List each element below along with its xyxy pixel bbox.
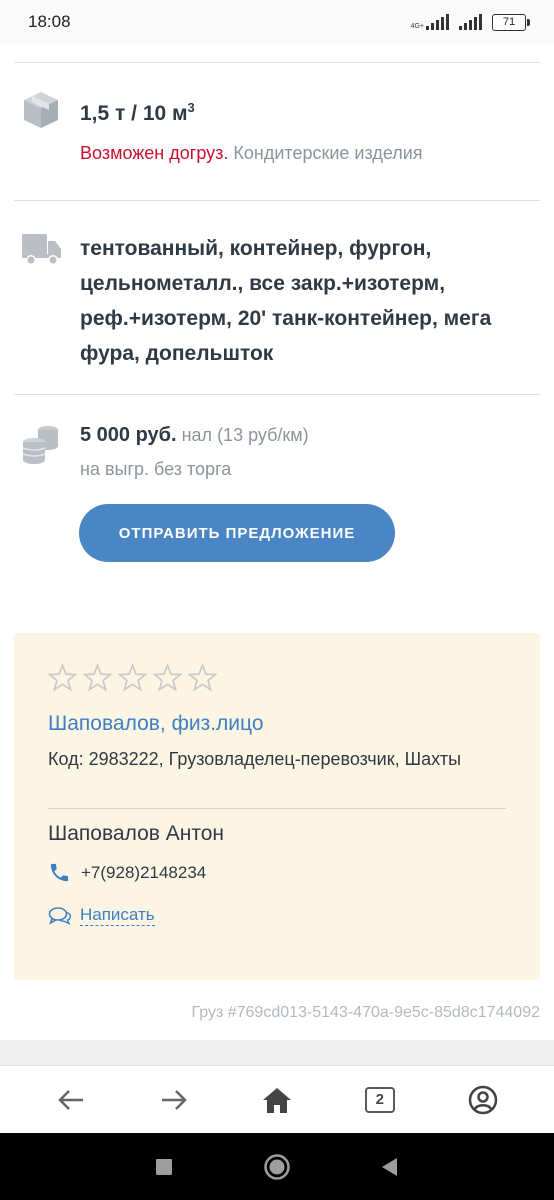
divider: [14, 62, 540, 63]
home-button[interactable]: [247, 1070, 307, 1130]
system-nav-bar: [0, 1133, 554, 1200]
star-icon[interactable]: [188, 664, 217, 692]
truck-icon: [22, 232, 62, 271]
star-icon[interactable]: [118, 664, 147, 692]
payment-terms: на выгр. без торга: [80, 459, 232, 479]
box-icon: [22, 90, 60, 135]
signal-icon: [426, 14, 449, 30]
star-icon[interactable]: [83, 664, 112, 692]
star-icon[interactable]: [48, 664, 77, 692]
owner-name-link[interactable]: Шаповалов, физ.лицо: [48, 712, 264, 736]
recents-icon[interactable]: [155, 1158, 173, 1176]
card-divider: [48, 808, 506, 809]
back-triangle-icon[interactable]: [381, 1157, 399, 1177]
divider: [14, 394, 540, 395]
battery-icon: 71: [492, 13, 530, 31]
status-time: 18:08: [28, 12, 71, 31]
write-link[interactable]: Написать: [80, 905, 155, 926]
divider: [14, 200, 540, 201]
browser-nav-bar: 2: [0, 1065, 554, 1133]
owner-code-line: Код: 2983222, Грузовладелец-перевозчик, …: [48, 749, 462, 769]
send-offer-button[interactable]: ОТПРАВИТЬ ПРЕДЛОЖЕНИЕ: [79, 504, 395, 562]
forward-button[interactable]: [144, 1070, 204, 1130]
contact-name: Шаповалов Антон: [48, 822, 224, 845]
back-button[interactable]: [41, 1070, 101, 1130]
phone-row[interactable]: +7(928)2148234: [48, 861, 206, 884]
status-bar: 18:08 4G+ 71: [0, 0, 554, 44]
signal-icon-2: [459, 14, 482, 30]
phone-icon: [50, 863, 69, 882]
arrow-left-icon: [58, 1089, 84, 1110]
cargo-id: Груз #769cd013-5143-470a-9e5c-85d8c17440…: [191, 1004, 540, 1021]
arrow-right-icon: [162, 1089, 187, 1110]
truck-types: тентованный, контейнер, фургон, цельноме…: [80, 237, 492, 365]
coins-icon: [22, 422, 60, 469]
price-line: 5 000 руб. нал (13 руб/км): [80, 424, 309, 447]
weight-volume: 1,5 т / 10 м3: [80, 100, 195, 126]
owner-card: Шаповалов, физ.лицо Код: 2983222, Грузов…: [14, 633, 540, 980]
payment-method: нал (13 руб/км): [181, 425, 309, 445]
home-icon: [262, 1087, 291, 1113]
rating-stars[interactable]: [48, 664, 217, 692]
star-icon[interactable]: [153, 664, 182, 692]
tabs-button[interactable]: 2: [350, 1070, 410, 1130]
price: 5 000 руб.: [80, 424, 177, 446]
cargo-type: Кондитерские изделия: [233, 143, 423, 163]
home-circle-icon[interactable]: [263, 1153, 291, 1181]
cargo-line: Возможен догруз. Кондитерские изделия: [80, 143, 423, 164]
page-bottom-strip: [0, 1040, 554, 1065]
volume-exponent: 3: [187, 100, 195, 115]
chat-icon: [48, 906, 72, 925]
status-indicators: 4G+ 71: [410, 13, 530, 31]
weight-volume-text: 1,5 т / 10 м: [80, 102, 188, 125]
extra-load-note: Возможен догруз.: [80, 143, 229, 163]
tab-count: 2: [364, 1086, 395, 1113]
phone-number[interactable]: +7(928)2148234: [81, 863, 206, 883]
write-row[interactable]: Написать: [48, 905, 155, 926]
network-type-label: 4G+: [410, 23, 424, 30]
profile-button[interactable]: [453, 1070, 513, 1130]
user-icon: [468, 1085, 497, 1114]
